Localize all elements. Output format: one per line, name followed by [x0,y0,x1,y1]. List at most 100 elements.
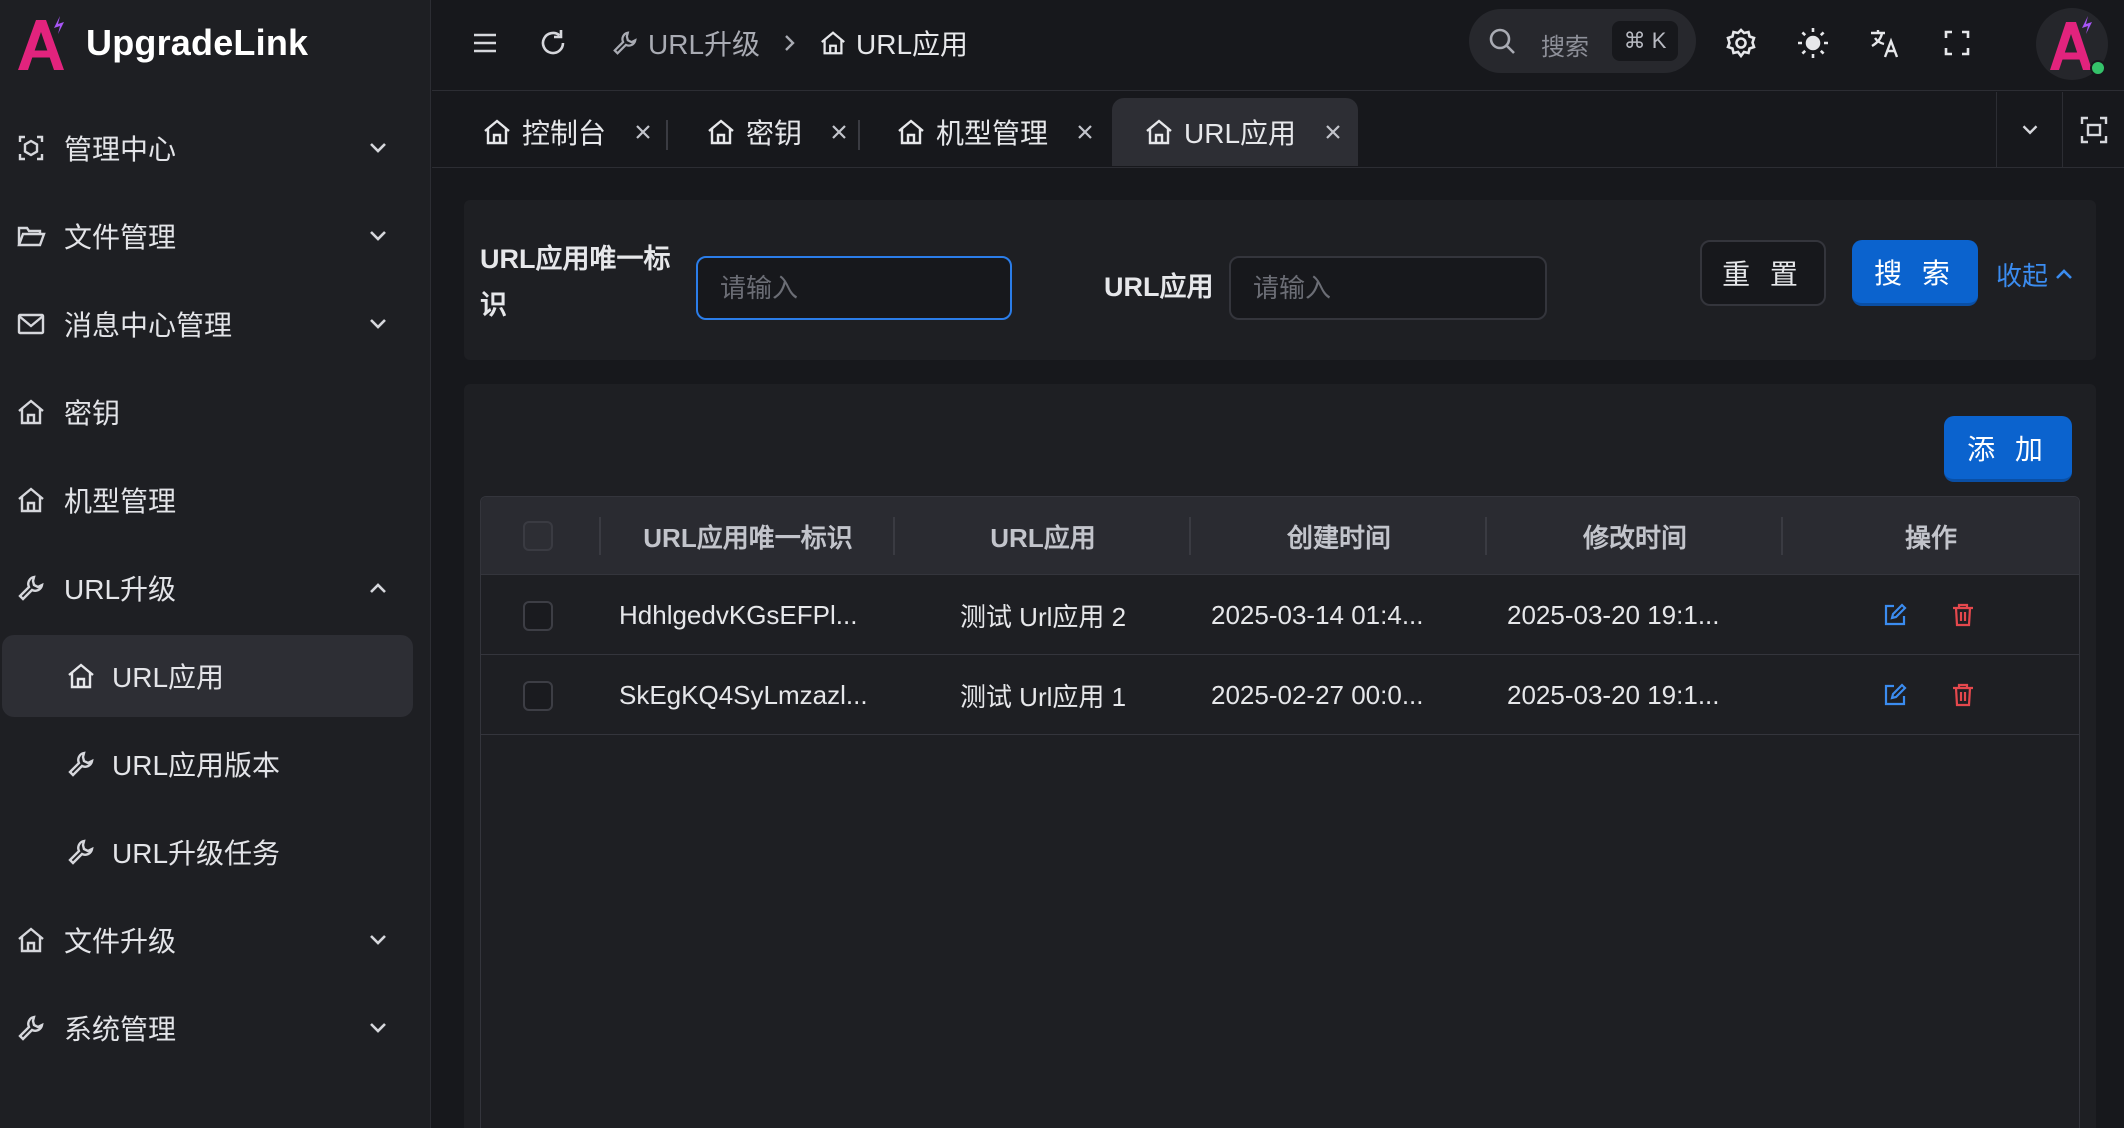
online-status-dot [2090,60,2106,76]
edit-icon[interactable] [1881,681,1909,709]
sidebar-item-url-app-version[interactable]: URL应用版本 [0,720,431,808]
tab-url-app[interactable]: URL应用 [1112,98,1358,166]
chevron-down-icon [364,310,392,338]
edit-icon[interactable] [1881,601,1909,629]
add-button[interactable]: 添 加 [1944,416,2072,482]
sidebar-item-url-app[interactable]: URL应用 [2,635,413,717]
sidebar-item-management-center[interactable]: 管理中心 [0,104,431,192]
cell-modified: 2025-03-20 19:1... [1507,599,1720,630]
maximize-icon [2079,115,2109,145]
column-header-url-app[interactable]: URL应用 [895,497,1191,575]
sidebar-item-label: 密钥 [64,398,121,429]
home-icon [482,117,512,147]
mail-icon [16,309,46,339]
chevron-down-icon [364,1014,392,1042]
sidebar-item-url-upgrade-task[interactable]: URL升级任务 [0,808,431,896]
select-all-checkbox[interactable] [523,521,553,551]
url-app-input[interactable] [1229,256,1547,320]
home-icon [1144,117,1174,147]
sidebar-item-label: URL应用版本 [112,750,281,781]
translate-icon[interactable] [1866,24,1904,62]
chevron-up-icon [2052,262,2076,286]
fullscreen-icon[interactable] [1938,24,1976,62]
delete-icon[interactable] [1949,601,1977,629]
search-label: 搜索 [1541,34,1589,61]
sidebar-item-keys[interactable]: 密钥 [0,368,431,456]
folder-icon [16,221,46,251]
sidebar-item-system-management[interactable]: 系统管理 [0,984,431,1072]
row-checkbox[interactable] [523,681,553,711]
breadcrumb-item-url-app: URL应用 [856,29,969,60]
home-icon [896,117,926,147]
reset-button[interactable]: 重 置 [1700,240,1826,306]
close-icon[interactable] [1322,121,1344,143]
close-icon[interactable] [1074,121,1096,143]
wrench-icon [16,1013,46,1043]
wrench-icon [66,749,96,779]
column-header-url-app-id[interactable]: URL应用唯一标识 [601,497,895,575]
tab-label: 机型管理 [936,118,1049,149]
home-icon [16,397,46,427]
tabs-dropdown-button[interactable] [1996,92,2062,168]
app-name: UpgradeLink [86,22,309,63]
table-header: URL应用唯一标识 URL应用 创建时间 修改时间 操作 [481,497,2079,575]
sidebar-item-file-management[interactable]: 文件管理 [0,192,431,280]
collapse-button[interactable]: 收起 [1996,254,2076,294]
chevron-down-icon [364,134,392,162]
close-icon[interactable] [828,121,850,143]
search-shortcut-badge: ⌘ K [1612,21,1678,61]
avatar[interactable] [2036,8,2108,80]
wrench-icon [610,28,640,58]
table-panel: 添 加 URL应用唯一标识 URL应用 创建时间 修改时间 操作 Hdhlged… [464,384,2096,1128]
sidebar-item-label: 机型管理 [64,486,177,517]
sidebar-item-label: 管理中心 [64,134,177,165]
tab-model-management[interactable]: 机型管理 [896,98,1096,166]
chevron-down-icon [364,926,392,954]
refresh-icon[interactable] [534,24,572,62]
global-search[interactable]: 搜索 ⌘ K [1469,9,1696,73]
table-row[interactable]: SkEgKQ4SyLmzazl... 测试 Url应用 1 2025-02-27… [481,655,2079,735]
tab-label: URL应用 [1184,118,1297,149]
chevron-down-icon [2017,117,2043,143]
top-header: URL升级 URL应用 搜索 ⌘ K [432,0,2124,91]
column-header-actions: 操作 [1904,522,1957,553]
delete-icon[interactable] [1949,681,1977,709]
sidebar-item-url-upgrade[interactable]: URL升级 [0,544,431,632]
filter-label-url-app: URL应用 [1104,272,1214,302]
theme-sun-icon[interactable] [1794,24,1832,62]
gear-icon[interactable] [1722,24,1760,62]
home-icon [706,117,736,147]
sidebar-item-model-management[interactable]: 机型管理 [0,456,431,544]
tab-label: 控制台 [522,118,607,149]
logo[interactable]: UpgradeLink [14,10,308,76]
sidebar-item-file-upgrade[interactable]: 文件升级 [0,896,431,984]
row-checkbox[interactable] [523,601,553,631]
home-icon [16,925,46,955]
filter-label-url-app-id: URL应用唯一标识 [480,244,671,320]
column-header-created[interactable]: 创建时间 [1191,497,1487,575]
breadcrumb-item-url-upgrade[interactable]: URL升级 [648,23,760,63]
chevron-up-icon [364,574,392,602]
tab-label: 密钥 [746,118,803,149]
cell-created: 2025-02-27 00:0... [1211,679,1424,710]
sidebar-item-label: 系统管理 [64,1014,177,1045]
logo-icon [14,14,68,72]
filter-panel: URL应用唯一标识 URL应用 重 置 搜 索 收起 [464,200,2096,360]
data-table: URL应用唯一标识 URL应用 创建时间 修改时间 操作 HdhlgedvKGs… [480,496,2080,1128]
tab-maximize-button[interactable] [2062,92,2124,168]
menu-toggle-icon[interactable] [466,24,504,62]
wrench-icon [66,837,96,867]
close-icon[interactable] [632,121,654,143]
home-icon [818,28,848,58]
column-header-modified[interactable]: 修改时间 [1487,497,1783,575]
chevron-right-icon [774,28,804,58]
search-button[interactable]: 搜 索 [1852,240,1978,306]
tab-keys[interactable]: 密钥 [706,98,850,166]
sidebar-item-label: URL应用 [112,662,225,693]
chevron-down-icon [364,222,392,250]
sidebar-item-message-center[interactable]: 消息中心管理 [0,280,431,368]
tab-console[interactable]: 控制台 [482,98,654,166]
url-app-id-input[interactable] [696,256,1012,320]
sidebar-item-label: URL升级任务 [112,838,281,869]
table-row[interactable]: HdhlgedvKGsEFPl... 测试 Url应用 2 2025-03-14… [481,575,2079,655]
